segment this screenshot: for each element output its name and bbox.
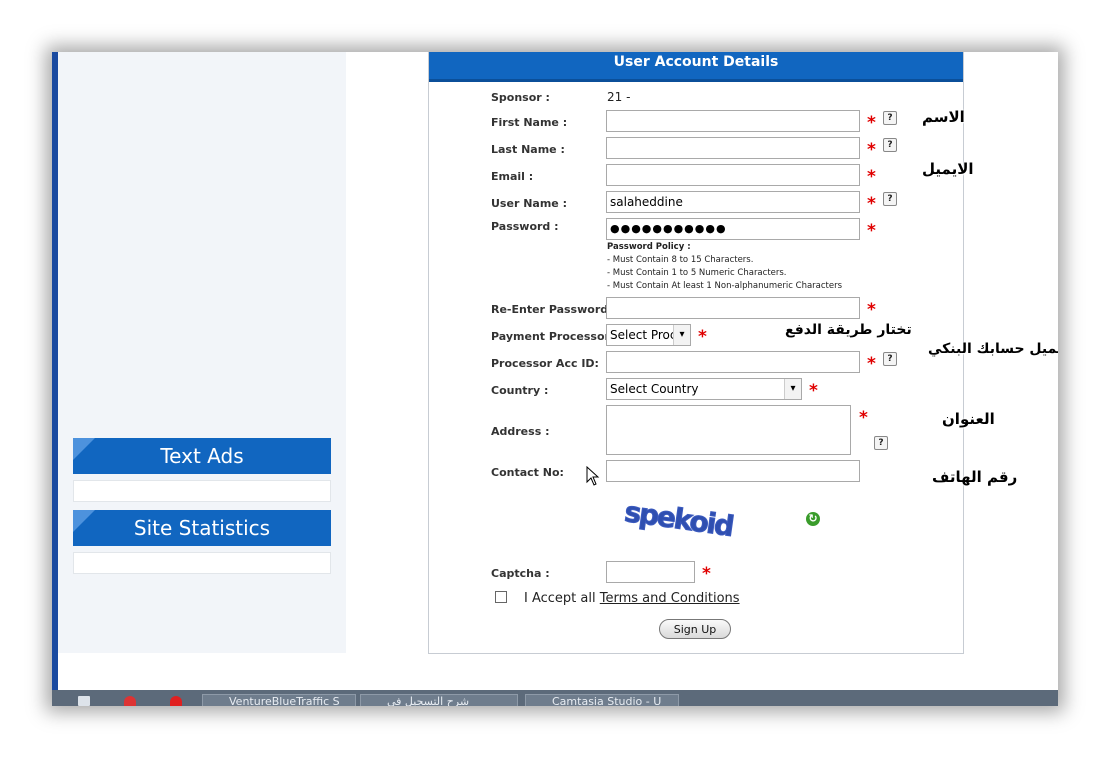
corner-decoration bbox=[73, 438, 95, 460]
payment-processor-label: Payment Processor : bbox=[491, 330, 619, 343]
help-icon[interactable]: ? bbox=[874, 436, 888, 450]
country-value: Select Country bbox=[610, 382, 699, 396]
reenter-password-input[interactable] bbox=[606, 297, 860, 319]
help-icon[interactable]: ? bbox=[883, 352, 897, 366]
annotation-name: الاسم bbox=[922, 108, 965, 126]
sign-up-button[interactable]: Sign Up bbox=[659, 619, 731, 639]
annotation-phone: رقم الهاتف bbox=[932, 468, 1018, 486]
required-marker: * bbox=[867, 300, 876, 320]
site-statistics-title: Site Statistics bbox=[133, 516, 271, 540]
annotation-payment: تختار طريقة الدفع bbox=[785, 322, 912, 338]
mouse-cursor-icon bbox=[586, 465, 600, 490]
policy-line: - Must Contain 1 to 5 Numeric Characters… bbox=[607, 268, 787, 278]
address-textarea[interactable] bbox=[606, 405, 851, 455]
annotation-bank-email: تضع ايميل حسابك البنكي bbox=[928, 341, 1058, 357]
site-statistics-body bbox=[73, 552, 331, 574]
taskbar-item-camtasia[interactable]: Camtasia Studio - U bbox=[525, 694, 679, 706]
required-marker: * bbox=[859, 408, 868, 428]
policy-line: - Must Contain 8 to 15 Characters. bbox=[607, 255, 754, 265]
last-name-input[interactable] bbox=[606, 137, 860, 159]
username-label: User Name : bbox=[491, 197, 567, 210]
required-marker: * bbox=[867, 354, 876, 374]
terms-link[interactable]: Terms and Conditions bbox=[600, 591, 740, 606]
required-marker: * bbox=[698, 327, 707, 347]
username-input[interactable]: salaheddine bbox=[606, 191, 860, 213]
taskbar-item-arabic-tab[interactable]: شرح التسجيل في bbox=[360, 694, 518, 706]
accept-terms-text: I Accept all Terms and Conditions bbox=[524, 591, 740, 606]
policy-title: Password Policy : bbox=[607, 242, 691, 252]
text-ads-body bbox=[73, 480, 331, 502]
captcha-text: spekoid bbox=[623, 502, 735, 542]
first-name-label: First Name : bbox=[491, 116, 568, 129]
annotation-email: الايميل bbox=[922, 160, 974, 178]
annotation-address: العنوان bbox=[942, 410, 995, 428]
text-ads-header: Text Ads bbox=[73, 438, 331, 474]
country-select[interactable]: Select Country ▾ bbox=[606, 378, 802, 400]
first-name-input[interactable] bbox=[606, 110, 860, 132]
password-input[interactable]: ●●●●●●●●●●● bbox=[606, 218, 860, 240]
form-title-text: User Account Details bbox=[613, 54, 779, 70]
required-marker: * bbox=[867, 221, 876, 241]
help-icon[interactable]: ? bbox=[883, 192, 897, 206]
contact-label: Contact No: bbox=[491, 466, 564, 479]
required-marker: * bbox=[867, 140, 876, 160]
form-title: User Account Details bbox=[429, 52, 963, 82]
captcha-graphic: spekoid bbox=[622, 495, 735, 544]
help-icon[interactable]: ? bbox=[883, 138, 897, 152]
required-marker: * bbox=[702, 564, 711, 584]
required-marker: * bbox=[809, 381, 818, 401]
help-icon[interactable]: ? bbox=[883, 111, 897, 125]
payment-processor-select[interactable]: Select Proc ▾ bbox=[606, 324, 691, 346]
email-label: Email : bbox=[491, 170, 534, 183]
taskbar: VentureBlueTraffic S شرح التسجيل في Camt… bbox=[52, 690, 1058, 706]
captcha-input[interactable] bbox=[606, 561, 695, 583]
reenter-password-label: Re-Enter Password : bbox=[491, 303, 617, 316]
password-policy: Password Policy : - Must Contain 8 to 15… bbox=[607, 241, 842, 293]
policy-line: - Must Contain At least 1 Non-alphanumer… bbox=[607, 281, 843, 291]
accept-terms-checkbox[interactable] bbox=[495, 591, 507, 603]
taskbar-item-ventureblue[interactable]: VentureBlueTraffic S bbox=[202, 694, 356, 706]
contact-input[interactable] bbox=[606, 460, 860, 482]
address-label: Address : bbox=[491, 425, 550, 438]
captcha-label: Captcha : bbox=[491, 567, 550, 580]
chevron-down-icon: ▾ bbox=[784, 379, 801, 399]
password-label: Password : bbox=[491, 220, 559, 233]
sponsor-label: Sponsor : bbox=[491, 91, 550, 104]
processor-acc-label: Processor Acc ID: bbox=[491, 357, 599, 370]
captcha-image: spekoid bbox=[619, 495, 759, 544]
country-label: Country : bbox=[491, 384, 549, 397]
cursor-graphic bbox=[586, 465, 600, 486]
registration-form: User Account Details Sponsor : 21 - Firs… bbox=[428, 52, 964, 654]
opera-icon[interactable] bbox=[170, 696, 182, 706]
required-marker: * bbox=[867, 113, 876, 133]
last-name-label: Last Name : bbox=[491, 143, 565, 156]
file-icon[interactable] bbox=[78, 696, 90, 706]
sidebar: Text Ads Site Statistics bbox=[58, 52, 346, 653]
payment-processor-value: Select Proc bbox=[610, 328, 677, 342]
email-input[interactable] bbox=[606, 164, 860, 186]
processor-acc-input[interactable] bbox=[606, 351, 860, 373]
chrome-icon[interactable] bbox=[124, 696, 136, 706]
required-marker: * bbox=[867, 167, 876, 187]
required-marker: * bbox=[867, 194, 876, 214]
refresh-captcha-icon[interactable]: ↻ bbox=[806, 512, 820, 526]
corner-decoration bbox=[73, 510, 95, 532]
sponsor-value: 21 - bbox=[607, 90, 631, 104]
chevron-down-icon: ▾ bbox=[673, 325, 690, 345]
browser-window: Text Ads Site Statistics User Account De… bbox=[52, 52, 1058, 706]
accept-text: I Accept all bbox=[524, 591, 596, 606]
site-statistics-header: Site Statistics bbox=[73, 510, 331, 546]
text-ads-title: Text Ads bbox=[160, 444, 244, 468]
